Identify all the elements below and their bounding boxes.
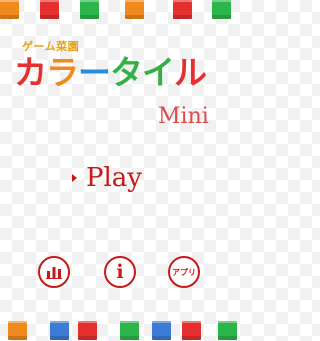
info-button[interactable]: i <box>104 256 136 288</box>
tile <box>0 0 19 19</box>
tile <box>152 321 171 340</box>
tile <box>173 0 192 19</box>
top-tile-row <box>0 0 240 20</box>
title-char: ル <box>174 53 207 92</box>
tile <box>40 0 59 19</box>
tile <box>80 0 99 19</box>
play-button[interactable]: Play <box>72 163 142 193</box>
title-char: ラ <box>46 53 79 92</box>
title-char: タ <box>110 53 143 92</box>
tile <box>125 0 144 19</box>
app-button-label: アプリ <box>172 267 196 277</box>
game-title: カラータイル <box>14 53 207 92</box>
play-label: Play <box>86 163 142 193</box>
bottom-tile-row <box>0 321 240 341</box>
title-char: ー <box>78 53 111 92</box>
tile <box>78 321 97 340</box>
ranking-button[interactable] <box>38 256 70 288</box>
brand-label: ゲーム菜園 <box>22 40 80 53</box>
bar-chart-icon <box>46 267 62 279</box>
play-arrow-icon <box>72 174 77 182</box>
tile <box>120 321 139 340</box>
tile <box>218 321 237 340</box>
tile <box>212 0 231 19</box>
app-button[interactable]: アプリ <box>168 256 200 288</box>
tile <box>50 321 69 340</box>
tile <box>182 321 201 340</box>
info-icon: i <box>116 260 124 283</box>
title-char: カ <box>14 53 47 92</box>
subtitle: Mini <box>158 104 209 129</box>
title-char: イ <box>142 53 175 92</box>
tile <box>8 321 27 340</box>
